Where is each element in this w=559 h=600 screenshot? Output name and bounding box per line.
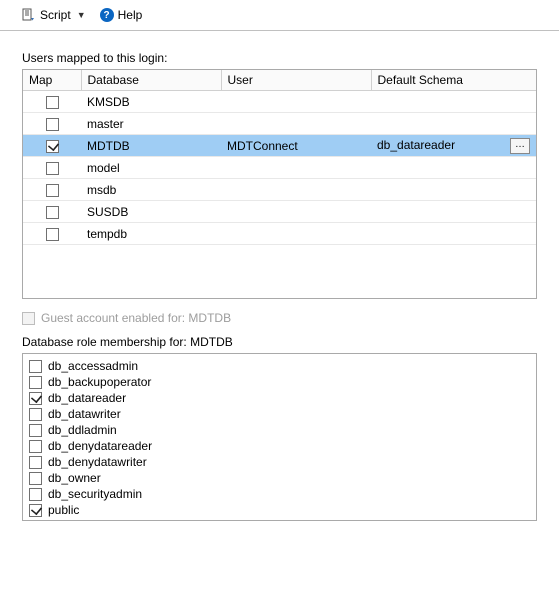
role-item[interactable]: public — [29, 502, 530, 518]
column-schema[interactable]: Default Schema — [371, 70, 536, 91]
database-cell: KMSDB — [81, 91, 221, 113]
map-checkbox[interactable] — [46, 118, 59, 131]
role-item[interactable]: db_owner — [29, 470, 530, 486]
schema-cell: … — [371, 223, 536, 245]
role-label: db_denydatareader — [48, 438, 152, 454]
column-map[interactable]: Map — [23, 70, 81, 91]
role-label: db_datawriter — [48, 406, 121, 422]
script-button[interactable]: Script ▼ — [18, 6, 92, 24]
table-row[interactable]: KMSDB … — [23, 91, 536, 113]
column-user[interactable]: User — [221, 70, 371, 91]
schema-cell: db_datareader … — [371, 135, 536, 157]
map-checkbox[interactable] — [46, 96, 59, 109]
role-item[interactable]: db_securityadmin — [29, 486, 530, 502]
mappings-table-container: Map Database User Default Schema KMSDB…m… — [22, 69, 537, 299]
role-item[interactable]: db_denydatawriter — [29, 454, 530, 470]
table-row[interactable]: master … — [23, 113, 536, 135]
script-icon — [22, 8, 36, 22]
role-item[interactable]: db_datawriter — [29, 406, 530, 422]
map-cell — [23, 179, 81, 201]
help-icon: ? — [100, 8, 114, 22]
content-area: Users mapped to this login: Map Database… — [0, 31, 559, 521]
map-cell — [23, 157, 81, 179]
schema-cell: … — [371, 201, 536, 223]
map-cell — [23, 113, 81, 135]
help-button[interactable]: ? Help — [96, 6, 147, 24]
user-cell — [221, 179, 371, 201]
schema-cell: … — [371, 179, 536, 201]
role-checkbox[interactable] — [29, 424, 42, 437]
role-item[interactable]: db_datareader — [29, 390, 530, 406]
table-row[interactable]: tempdb … — [23, 223, 536, 245]
map-checkbox[interactable] — [46, 228, 59, 241]
roles-label: Database role membership for: MDTDB — [22, 335, 537, 349]
role-item[interactable]: db_backupoperator — [29, 374, 530, 390]
map-checkbox[interactable] — [46, 206, 59, 219]
database-cell: msdb — [81, 179, 221, 201]
map-cell — [23, 91, 81, 113]
schema-value: db_datareader — [377, 138, 455, 152]
guest-account-label: Guest account enabled for: MDTDB — [41, 311, 231, 325]
mappings-table: Map Database User Default Schema KMSDB…m… — [23, 70, 536, 245]
role-label: db_datareader — [48, 390, 126, 406]
map-cell — [23, 223, 81, 245]
map-checkbox[interactable] — [46, 140, 59, 153]
column-database[interactable]: Database — [81, 70, 221, 91]
user-cell — [221, 91, 371, 113]
role-label: db_securityadmin — [48, 486, 142, 502]
schema-cell: … — [371, 91, 536, 113]
toolbar: Script ▼ ? Help — [0, 0, 559, 31]
role-checkbox[interactable] — [29, 392, 42, 405]
table-header-row: Map Database User Default Schema — [23, 70, 536, 91]
role-checkbox[interactable] — [29, 488, 42, 501]
role-label: db_backupoperator — [48, 374, 151, 390]
schema-browse-button[interactable]: … — [510, 138, 530, 154]
map-checkbox[interactable] — [46, 162, 59, 175]
role-checkbox[interactable] — [29, 504, 42, 517]
user-cell — [221, 113, 371, 135]
role-label: public — [48, 502, 79, 518]
schema-cell: … — [371, 157, 536, 179]
role-label: db_denydatawriter — [48, 454, 147, 470]
user-cell — [221, 157, 371, 179]
role-checkbox[interactable] — [29, 376, 42, 389]
table-row[interactable]: SUSDB … — [23, 201, 536, 223]
role-label: db_owner — [48, 470, 101, 486]
database-cell: model — [81, 157, 221, 179]
role-label: db_ddladmin — [48, 422, 117, 438]
database-cell: tempdb — [81, 223, 221, 245]
user-cell — [221, 223, 371, 245]
role-item[interactable]: db_ddladmin — [29, 422, 530, 438]
role-item[interactable]: db_accessadmin — [29, 358, 530, 374]
map-cell — [23, 201, 81, 223]
table-row[interactable]: MDTDBMDTConnect db_datareader … — [23, 135, 536, 157]
role-checkbox[interactable] — [29, 472, 42, 485]
role-item[interactable]: db_denydatareader — [29, 438, 530, 454]
schema-cell: … — [371, 113, 536, 135]
chevron-down-icon[interactable]: ▼ — [75, 10, 88, 20]
script-button-label: Script — [40, 8, 71, 22]
roles-list: db_accessadmindb_backupoperatordb_datare… — [22, 353, 537, 521]
map-checkbox[interactable] — [46, 184, 59, 197]
guest-account-checkbox — [22, 312, 35, 325]
database-cell: MDTDB — [81, 135, 221, 157]
help-button-label: Help — [118, 8, 143, 22]
role-checkbox[interactable] — [29, 408, 42, 421]
guest-account-row: Guest account enabled for: MDTDB — [22, 311, 537, 325]
map-cell — [23, 135, 81, 157]
role-checkbox[interactable] — [29, 360, 42, 373]
user-cell: MDTConnect — [221, 135, 371, 157]
table-row[interactable]: model … — [23, 157, 536, 179]
role-label: db_accessadmin — [48, 358, 138, 374]
user-cell — [221, 201, 371, 223]
role-checkbox[interactable] — [29, 456, 42, 469]
database-cell: master — [81, 113, 221, 135]
database-cell: SUSDB — [81, 201, 221, 223]
role-checkbox[interactable] — [29, 440, 42, 453]
table-row[interactable]: msdb … — [23, 179, 536, 201]
mappings-label: Users mapped to this login: — [22, 51, 537, 65]
